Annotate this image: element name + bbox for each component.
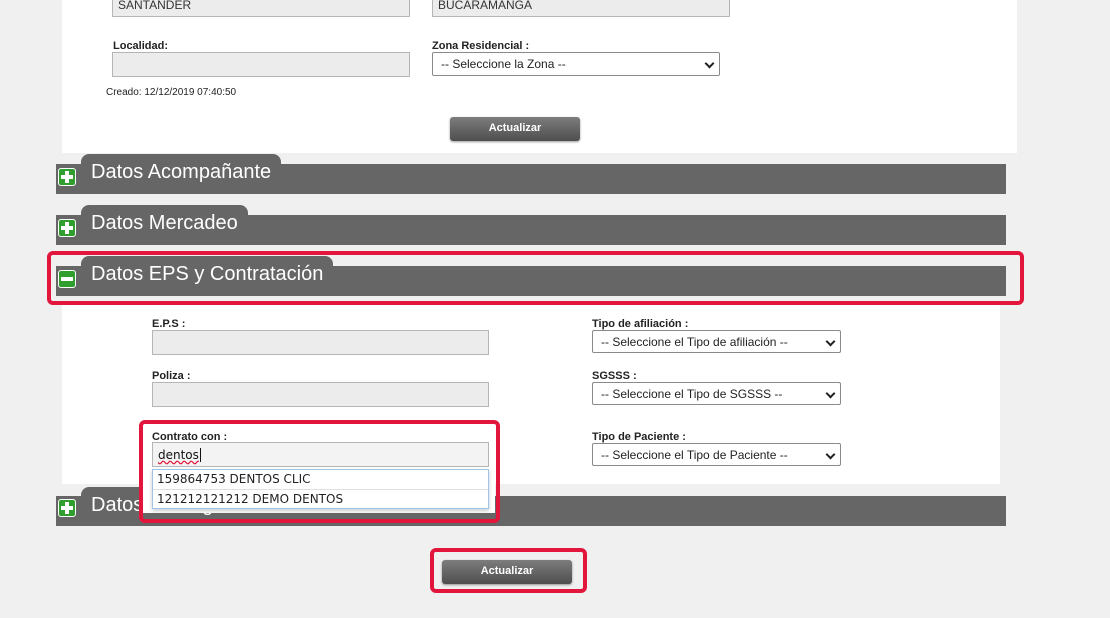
update-button-highlight (430, 548, 587, 593)
localidad-field[interactable] (112, 52, 410, 77)
tipo-afiliacion-label: Tipo de afiliación : (592, 318, 689, 330)
poliza-label: Poliza : (152, 370, 191, 382)
eps-label: E.P.S : (152, 318, 186, 330)
municipio-field[interactable]: BUCARAMANGA (432, 0, 730, 17)
section-acompanante-tab[interactable]: Datos Acompañante (81, 154, 281, 190)
sgsss-value: -- Seleccione el Tipo de SGSSS -- (601, 387, 783, 401)
tipo-afiliacion-select[interactable]: -- Seleccione el Tipo de afiliación -- (592, 330, 841, 353)
created-timestamp: Creado: 12/12/2019 07:40:50 (106, 87, 237, 98)
tipo-paciente-value: -- Seleccione el Tipo de Paciente -- (601, 448, 788, 462)
tipo-paciente-select[interactable]: -- Seleccione el Tipo de Paciente -- (592, 443, 841, 466)
expand-plus-icon[interactable] (58, 168, 76, 186)
zona-residencial-label: Zona Residencial : (432, 40, 530, 52)
zona-residencial-select[interactable]: -- Seleccione la Zona -- (432, 52, 720, 76)
chevron-down-icon (825, 449, 836, 460)
eps-field[interactable] (152, 330, 489, 355)
zona-residencial-value: -- Seleccione la Zona -- (441, 57, 566, 71)
departamento-field[interactable]: SANTANDER (112, 0, 410, 17)
chevron-down-icon (704, 58, 715, 69)
tipo-paciente-label: Tipo de Paciente : (592, 431, 686, 443)
tipo-afiliacion-value: -- Seleccione el Tipo de afiliación -- (601, 335, 788, 349)
localidad-label: Localidad: (113, 40, 169, 52)
poliza-field[interactable] (152, 382, 489, 407)
sgsss-select[interactable]: -- Seleccione el Tipo de SGSSS -- (592, 382, 841, 405)
sgsss-label: SGSSS : (592, 370, 637, 382)
eps-section-highlight (47, 251, 1024, 305)
chevron-down-icon (825, 336, 836, 347)
location-update-button[interactable]: Actualizar (450, 117, 580, 141)
contrato-highlight (139, 420, 500, 523)
expand-plus-icon[interactable] (58, 499, 76, 517)
chevron-down-icon (825, 388, 836, 399)
expand-plus-icon[interactable] (58, 219, 76, 237)
section-mercadeo-tab[interactable]: Datos Mercadeo (81, 205, 248, 241)
